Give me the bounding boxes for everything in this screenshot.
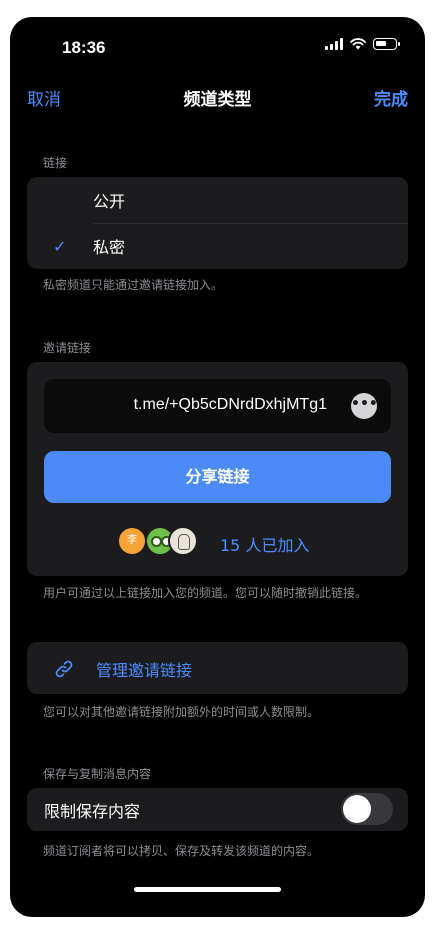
share-link-button[interactable]: 分享链接 xyxy=(44,451,391,503)
restrict-saving-footnote: 频道订阅者将可以拷贝、保存及转发该频道的内容。 xyxy=(43,844,320,858)
home-indicator[interactable] xyxy=(134,887,281,892)
option-public[interactable]: 公开 xyxy=(27,177,408,223)
joined-count: 15 人已加入 xyxy=(220,536,310,555)
avatar: 李 xyxy=(117,526,147,556)
invite-link-text: t.me/+Qb5cDNrdDxhjMTg1 xyxy=(133,396,327,413)
invite-link-card: t.me/+Qb5cDNrdDxhjMTg1 ••• 分享链接 李 15 人已加… xyxy=(27,362,408,576)
option-label: 公开 xyxy=(93,192,126,211)
invite-link-footnote: 用户可通过以上链接加入您的频道。您可以随时撤销此链接。 xyxy=(43,586,368,600)
invite-link-field[interactable]: t.me/+Qb5cDNrdDxhjMTg1 ••• xyxy=(44,379,391,433)
more-options-icon[interactable]: ••• xyxy=(351,393,378,419)
manage-links-footnote: 您可以对其他邀请链接附加额外的时间或人数限制。 xyxy=(43,705,320,719)
manage-invite-links-button[interactable]: 管理邀请链接 xyxy=(27,642,408,694)
toggle-knob xyxy=(343,795,371,823)
done-button[interactable]: 完成 xyxy=(374,85,408,110)
cellular-signal-icon xyxy=(325,38,343,50)
link-type-header: 链接 xyxy=(43,156,68,170)
battery-icon xyxy=(373,38,400,50)
manage-links-card: 管理邀请链接 xyxy=(27,642,408,694)
avatar xyxy=(168,526,198,556)
restrict-saving-card: 限制保存内容 xyxy=(27,788,408,831)
phone-screen: 18:36 频道类型 取消 完成 链接 公开 ✓ 私密 私密频道只能通过邀请链接… xyxy=(10,17,425,917)
manage-invite-links-label: 管理邀请链接 xyxy=(96,661,193,680)
link-type-card: 公开 ✓ 私密 xyxy=(27,177,408,269)
status-bar: 18:36 xyxy=(10,17,425,69)
link-type-footnote: 私密频道只能通过邀请链接加入。 xyxy=(43,278,224,292)
page-title: 频道类型 xyxy=(183,90,252,110)
wifi-icon xyxy=(350,38,366,50)
navigation-bar: 频道类型 取消 完成 xyxy=(10,85,425,115)
checkmark-icon: ✓ xyxy=(53,236,67,256)
option-private[interactable]: ✓ 私密 xyxy=(27,223,408,269)
invite-link-header: 邀请链接 xyxy=(43,341,92,355)
restrict-saving-label: 限制保存内容 xyxy=(44,802,141,821)
option-label: 私密 xyxy=(93,238,126,257)
save-copy-header: 保存与复制消息内容 xyxy=(43,767,152,781)
restrict-saving-toggle[interactable] xyxy=(341,793,393,825)
joined-members[interactable]: 李 15 人已加入 xyxy=(27,522,408,562)
status-time: 18:36 xyxy=(62,38,106,57)
status-icons xyxy=(325,38,400,50)
cancel-button[interactable]: 取消 xyxy=(27,85,61,110)
link-icon xyxy=(55,660,73,678)
